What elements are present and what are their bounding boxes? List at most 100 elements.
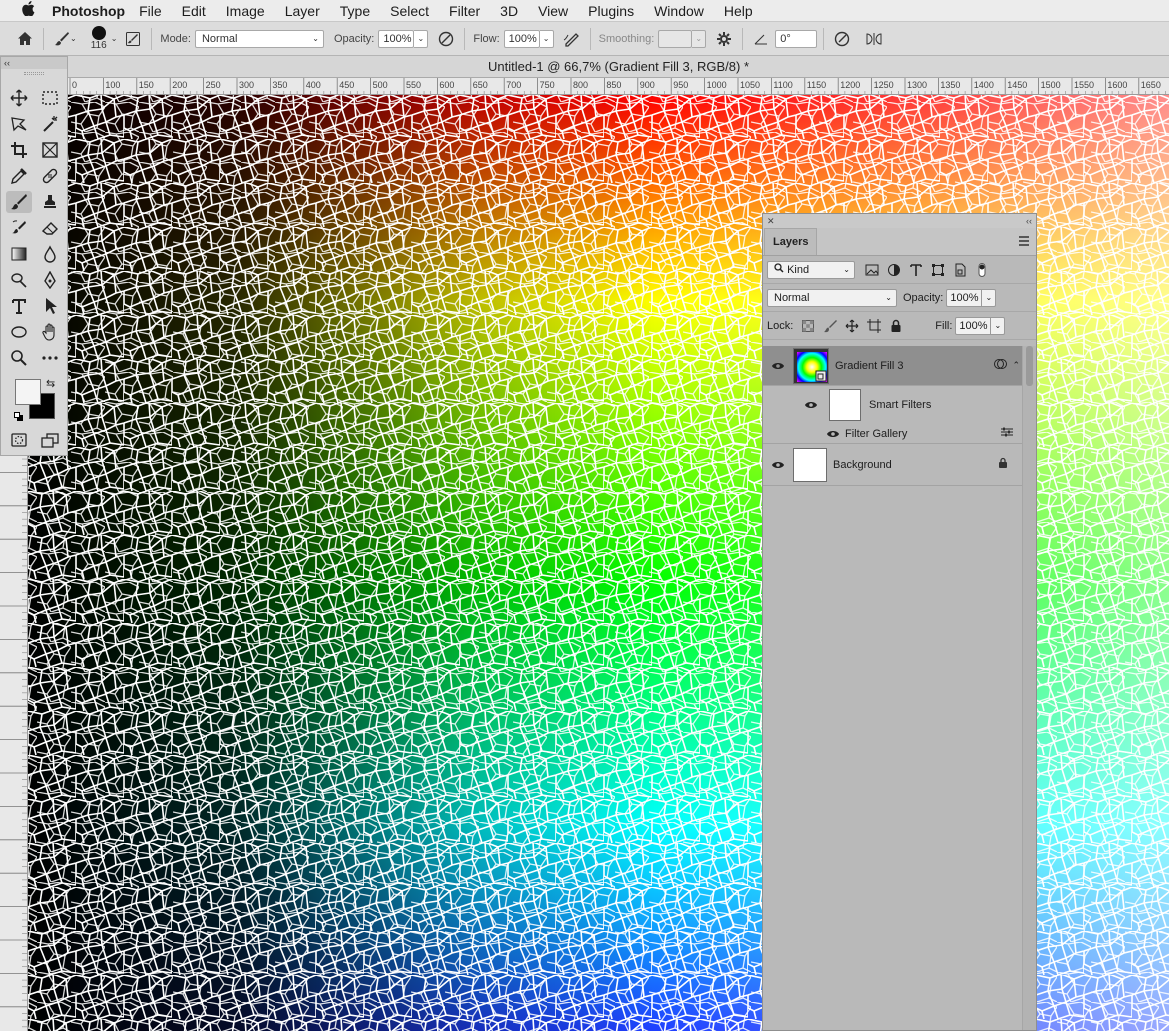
scroll-thumb[interactable] xyxy=(1026,346,1033,386)
magic-wand-tool[interactable] xyxy=(37,113,63,135)
layer-row-gradient-fill[interactable]: Gradient Fill 3 ⌃ xyxy=(763,346,1022,386)
filter-type-icon[interactable] xyxy=(905,260,927,280)
visibility-eye-icon[interactable] xyxy=(763,461,793,469)
move-tool[interactable] xyxy=(6,87,32,109)
blending-options-icon[interactable] xyxy=(1000,427,1014,440)
airbrush-icon[interactable] xyxy=(560,27,584,51)
lock-all-icon[interactable] xyxy=(885,316,907,336)
document-tab[interactable]: Untitled-1 @ 66,7% (Gradient Fill 3, RGB… xyxy=(68,56,1169,78)
flow-input[interactable]: 100% xyxy=(503,29,540,48)
brush-settings-icon[interactable] xyxy=(121,27,145,51)
dodge-icon xyxy=(11,273,27,288)
flow-dropdown[interactable]: ⌄ xyxy=(539,29,554,48)
collapse-icon[interactable]: ‹‹ xyxy=(4,58,10,68)
collapse-icon[interactable]: ‹‹ xyxy=(1026,216,1032,226)
filter-shape-icon[interactable] xyxy=(927,260,949,280)
swap-colors-icon[interactable]: ⇆ xyxy=(46,377,55,390)
smart-filters-row[interactable]: Smart Filters xyxy=(763,386,1022,424)
visibility-eye-icon[interactable] xyxy=(763,362,793,370)
visibility-eye-icon[interactable] xyxy=(793,401,829,409)
lock-transparent-icon[interactable] xyxy=(797,316,819,336)
quick-mask-button[interactable] xyxy=(6,429,32,451)
marquee-tool[interactable] xyxy=(37,87,63,109)
tab-layers[interactable]: Layers xyxy=(764,228,818,255)
opacity-input[interactable]: 100% xyxy=(946,288,983,307)
gradient-tool[interactable] xyxy=(6,243,32,265)
menu-type[interactable]: Type xyxy=(340,3,370,19)
eyedropper-tool[interactable] xyxy=(6,165,32,187)
visibility-eye-icon[interactable] xyxy=(825,430,841,438)
hand-tool[interactable] xyxy=(37,321,63,343)
more-tools[interactable] xyxy=(37,347,63,369)
dodge-tool[interactable] xyxy=(6,269,32,291)
ruler-label: 750 xyxy=(540,80,555,90)
fill-input[interactable]: 100% xyxy=(955,316,992,335)
eraser-tool[interactable] xyxy=(37,217,63,239)
menu-filter[interactable]: Filter xyxy=(449,3,480,19)
filter-pixel-icon[interactable] xyxy=(861,260,883,280)
smart-filter-badge-icon[interactable] xyxy=(994,358,1008,373)
menu-3d[interactable]: 3D xyxy=(500,3,518,19)
blend-mode-select[interactable]: Normal ⌄ xyxy=(767,288,897,307)
menu-help[interactable]: Help xyxy=(724,3,753,19)
menu-layer[interactable]: Layer xyxy=(285,3,320,19)
lock-pixels-icon[interactable] xyxy=(819,316,841,336)
lock-icon[interactable] xyxy=(998,457,1008,472)
layer-row-background[interactable]: Background xyxy=(763,444,1022,486)
menu-view[interactable]: View xyxy=(538,3,568,19)
stamp-tool[interactable] xyxy=(37,191,63,213)
blur-tool[interactable] xyxy=(37,243,63,265)
menu-file[interactable]: File xyxy=(139,3,162,19)
chevron-down-icon[interactable]: ⌄ xyxy=(111,34,118,43)
mode-select[interactable]: Normal ⌄ xyxy=(194,29,324,48)
chevron-up-icon[interactable]: ⌃ xyxy=(1012,360,1020,371)
fill-dropdown[interactable]: ⌄ xyxy=(991,316,1006,335)
lock-position-icon[interactable] xyxy=(841,316,863,336)
close-icon[interactable]: ✕ xyxy=(767,216,775,227)
filter-kind-select[interactable]: Kind ⌄ xyxy=(767,260,855,279)
pressure-size-icon[interactable] xyxy=(830,27,854,51)
menu-select[interactable]: Select xyxy=(390,3,429,19)
opacity-dropdown[interactable]: ⌄ xyxy=(414,29,429,48)
filter-toggle-icon[interactable] xyxy=(971,260,993,280)
default-colors-icon[interactable] xyxy=(14,409,24,421)
apple-icon[interactable] xyxy=(14,1,42,20)
menu-plugins[interactable]: Plugins xyxy=(588,3,634,19)
home-icon[interactable] xyxy=(13,27,37,51)
brush-tool[interactable] xyxy=(6,191,32,213)
crop-tool[interactable] xyxy=(6,139,32,161)
ellipse-tool[interactable] xyxy=(6,321,32,343)
gear-icon[interactable] xyxy=(712,27,736,51)
opacity-dropdown[interactable]: ⌄ xyxy=(982,288,997,307)
filter-adjustment-icon[interactable] xyxy=(883,260,905,280)
pressure-opacity-icon[interactable] xyxy=(434,27,458,51)
lock-artboard-icon[interactable] xyxy=(863,316,885,336)
app-menu[interactable]: Photoshop xyxy=(52,3,125,19)
toolbox-header[interactable]: ‹‹ xyxy=(1,57,67,69)
menu-image[interactable]: Image xyxy=(226,3,265,19)
frame-tool[interactable] xyxy=(37,139,63,161)
path-select-tool[interactable] xyxy=(37,295,63,317)
filter-smart-object-icon[interactable] xyxy=(949,260,971,280)
toolbox-grip[interactable] xyxy=(1,69,67,77)
menu-window[interactable]: Window xyxy=(654,3,704,19)
screen-mode-button[interactable] xyxy=(37,429,63,451)
opacity-input[interactable]: 100% xyxy=(378,29,415,48)
healing-tool[interactable] xyxy=(37,165,63,187)
history-brush-tool[interactable] xyxy=(6,217,32,239)
foreground-color-swatch[interactable] xyxy=(15,379,41,405)
type-tool[interactable] xyxy=(6,295,32,317)
layers-scrollbar[interactable] xyxy=(1022,346,1036,1030)
blend-opacity-row: Normal ⌄ Opacity: 100% ⌄ xyxy=(763,284,1036,312)
pen-tool[interactable] xyxy=(37,269,63,291)
chevron-down-icon[interactable]: ⌄ xyxy=(70,34,77,43)
background-thumbnail xyxy=(793,447,827,482)
zoom-tool[interactable] xyxy=(6,347,32,369)
panel-menu-icon[interactable] xyxy=(1018,236,1030,249)
symmetry-icon[interactable] xyxy=(862,27,886,51)
angle-input[interactable]: 0° xyxy=(775,29,818,48)
lasso-tool[interactable] xyxy=(6,113,32,135)
panel-header[interactable]: ✕ ‹‹ xyxy=(763,214,1036,228)
filter-gallery-row[interactable]: Filter Gallery xyxy=(763,424,1022,444)
menu-edit[interactable]: Edit xyxy=(182,3,206,19)
